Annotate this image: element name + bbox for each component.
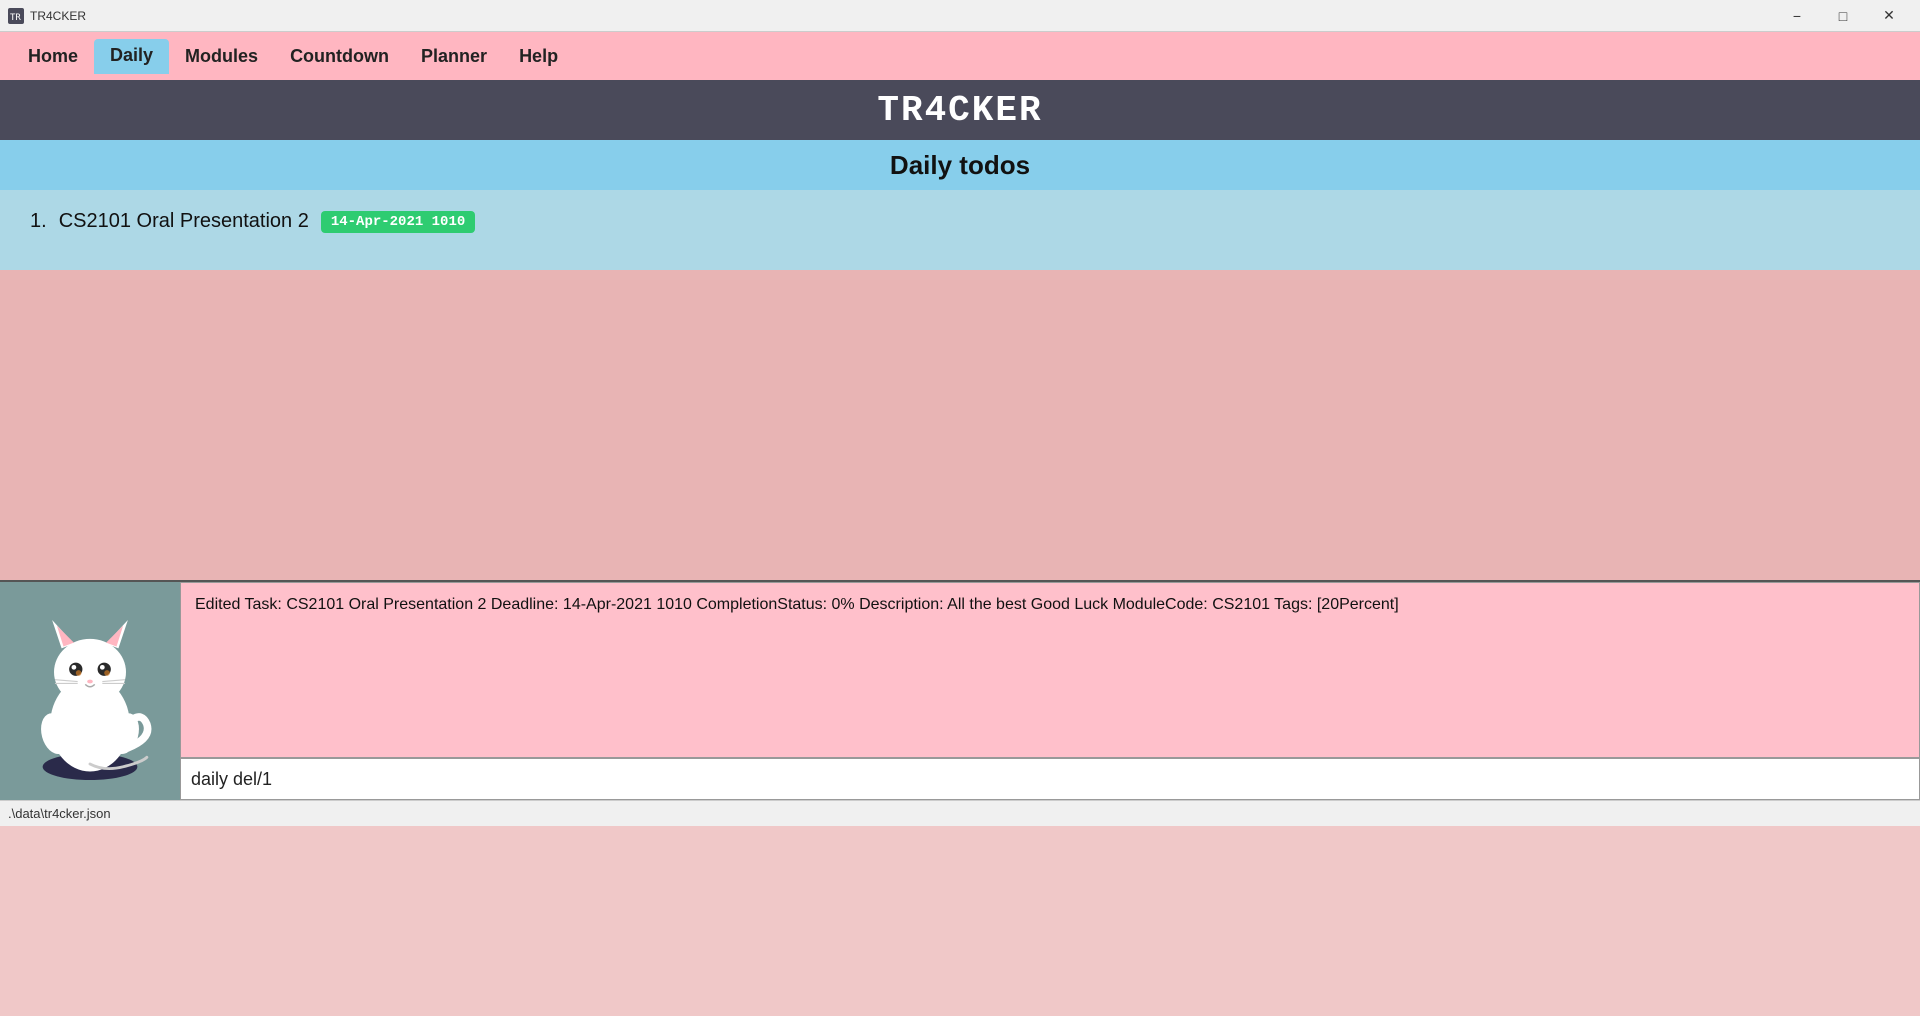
- status-path: .\data\tr4cker.json: [8, 806, 111, 821]
- app-icon: TR: [8, 8, 24, 24]
- section-header: Daily todos: [0, 140, 1920, 190]
- command-input[interactable]: [191, 769, 1909, 790]
- status-bar: .\data\tr4cker.json: [0, 800, 1920, 826]
- nav-item-planner[interactable]: Planner: [405, 40, 503, 73]
- title-bar-app-name: TR4CKER: [30, 9, 86, 23]
- nav-bar: Home Daily Modules Countdown Planner Hel…: [0, 32, 1920, 80]
- app-title: TR4CKER: [877, 90, 1042, 131]
- cat-mascot: [15, 601, 165, 781]
- todo-number: 1.: [30, 210, 47, 233]
- output-text-box: Edited Task: CS2101 Oral Presentation 2 …: [180, 582, 1920, 758]
- command-input-area[interactable]: [180, 758, 1920, 800]
- title-bar-left: TR TR4CKER: [8, 8, 86, 24]
- todo-deadline-badge: 14-Apr-2021 1010: [321, 211, 475, 233]
- nav-item-home[interactable]: Home: [12, 40, 94, 73]
- maximize-button[interactable]: □: [1820, 0, 1866, 32]
- main-content-area: [0, 270, 1920, 580]
- bottom-section: Edited Task: CS2101 Oral Presentation 2 …: [0, 580, 1920, 800]
- nav-item-help[interactable]: Help: [503, 40, 574, 73]
- nav-item-modules[interactable]: Modules: [169, 40, 274, 73]
- close-button[interactable]: ✕: [1866, 0, 1912, 32]
- nav-item-countdown[interactable]: Countdown: [274, 40, 405, 73]
- title-bar-controls: − □ ✕: [1774, 0, 1912, 32]
- nav-item-daily[interactable]: Daily: [94, 39, 169, 74]
- todo-item: 1. CS2101 Oral Presentation 2 14-Apr-202…: [30, 210, 1890, 233]
- output-area: Edited Task: CS2101 Oral Presentation 2 …: [180, 582, 1920, 800]
- minimize-button[interactable]: −: [1774, 0, 1820, 32]
- todo-area: 1. CS2101 Oral Presentation 2 14-Apr-202…: [0, 190, 1920, 270]
- app-header: TR4CKER: [0, 80, 1920, 140]
- todo-text: CS2101 Oral Presentation 2: [59, 210, 309, 233]
- title-bar: TR TR4CKER − □ ✕: [0, 0, 1920, 32]
- section-title: Daily todos: [890, 150, 1030, 181]
- mascot-area: [0, 582, 180, 800]
- output-text: Edited Task: CS2101 Oral Presentation 2 …: [195, 596, 1399, 613]
- svg-text:TR: TR: [10, 13, 21, 23]
